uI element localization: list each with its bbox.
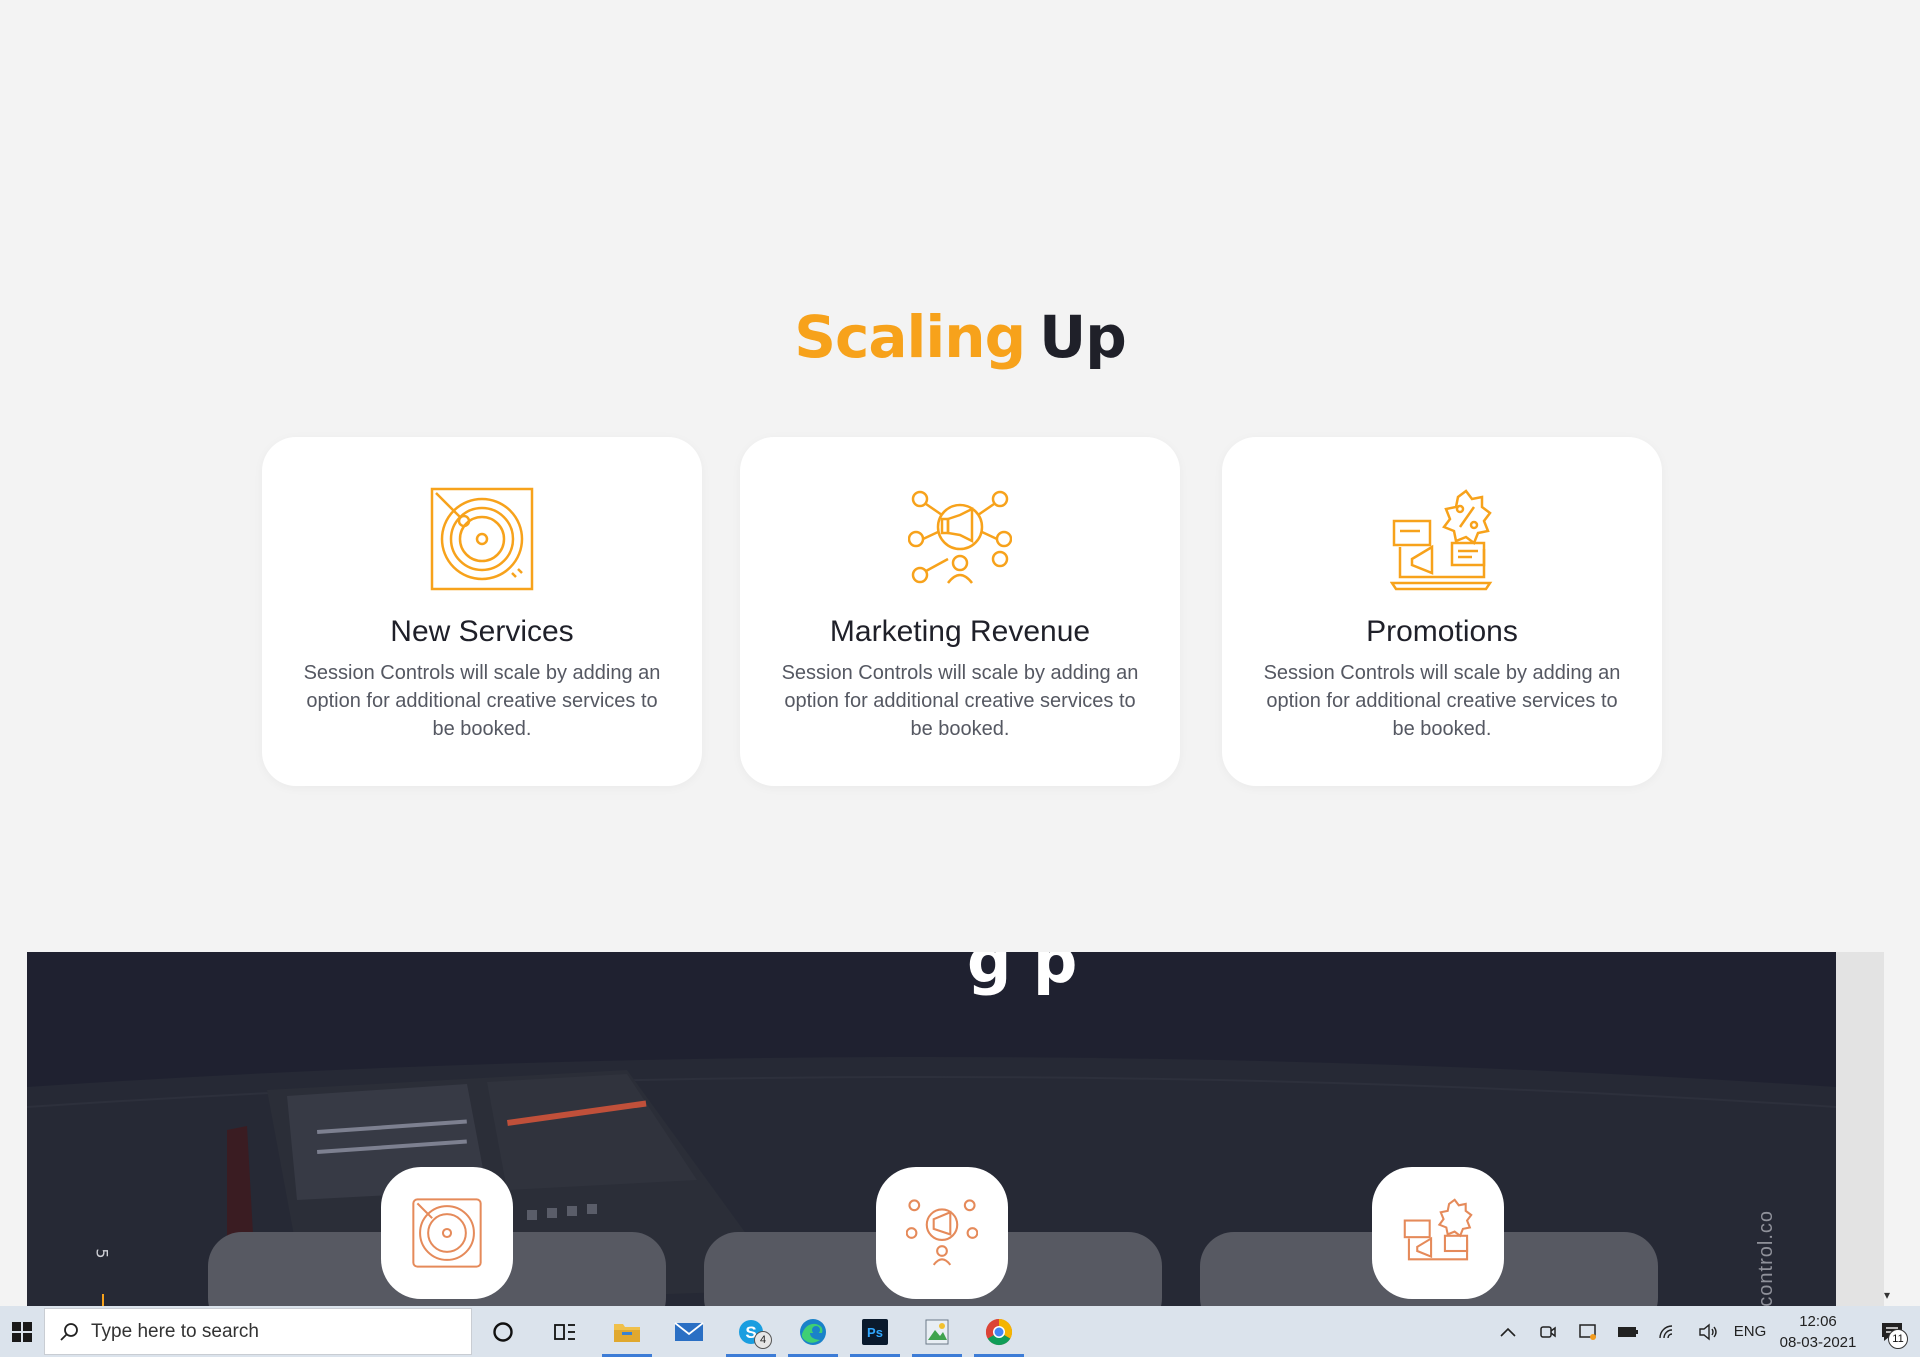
- svg-text:Ps: Ps: [867, 1325, 883, 1340]
- card-text: Session Controls will scale by adding an…: [1263, 662, 1621, 740]
- skype-badge: 4: [754, 1331, 772, 1349]
- dark-section: g p w.sessioncontrol.co 5: [27, 952, 1836, 1306]
- dark-section-title: g p: [967, 952, 1078, 997]
- task-view-icon: [554, 1323, 575, 1340]
- turntable-icon: [412, 1198, 482, 1268]
- speaker-icon: [1699, 1323, 1717, 1340]
- edge-browser-icon: [800, 1318, 826, 1345]
- chrome-button[interactable]: [968, 1306, 1030, 1357]
- card-title: New Services: [390, 615, 574, 648]
- card-title: Promotions: [1366, 615, 1518, 648]
- card-title: Marketing Revenue: [829, 615, 1091, 648]
- turntable-icon: [430, 487, 534, 591]
- card-marketing-revenue: Marketing Revenue Session Controls will …: [740, 437, 1180, 786]
- start-button[interactable]: [0, 1306, 44, 1357]
- meet-now-button[interactable]: [1528, 1306, 1568, 1357]
- system-tray: ENG 12:06 08-03-2021 11: [1488, 1306, 1920, 1357]
- edge-button[interactable]: [782, 1306, 844, 1357]
- windows-logo-icon: [12, 1321, 32, 1342]
- security-alert-icon: [1579, 1323, 1596, 1340]
- clock-time: 12:06: [1799, 1312, 1837, 1330]
- mail-button[interactable]: [658, 1306, 720, 1357]
- taskbar-search-input[interactable]: Type here to search: [44, 1308, 472, 1355]
- dark-card-icon-1: [381, 1167, 513, 1299]
- megaphone-network-icon: [908, 490, 1012, 584]
- chrome-browser-icon: [985, 1318, 1013, 1345]
- section-title: Scaling Up: [0, 303, 1920, 371]
- section-title-accent: Scaling: [794, 303, 1026, 371]
- wifi-button[interactable]: [1648, 1306, 1688, 1357]
- taskbar: Type here to search S 4 Ps ENG 12:06 08-…: [0, 1306, 1920, 1357]
- clock-date: 08-03-2021: [1779, 1333, 1857, 1351]
- card-new-services: New Services Session Controls will scale…: [262, 437, 702, 786]
- card-text: Session Controls will scale by adding an…: [781, 662, 1139, 740]
- section-title-rest: Up: [1039, 303, 1127, 371]
- task-view-button[interactable]: [534, 1306, 596, 1357]
- dark-card-icon-3: [1372, 1167, 1504, 1299]
- clock[interactable]: 12:06 08-03-2021: [1772, 1311, 1864, 1353]
- megaphone-network-icon: [906, 1199, 978, 1266]
- file-explorer-button[interactable]: [596, 1306, 658, 1357]
- promotion-icon: [1403, 1198, 1473, 1261]
- website-url-vertical: w.sessioncontrol.co: [1755, 1210, 1785, 1306]
- promotion-icon: [1390, 489, 1493, 591]
- search-placeholder: Type here to search: [91, 1320, 259, 1342]
- image-viewer-button[interactable]: [906, 1306, 968, 1357]
- camera-icon: [1540, 1325, 1556, 1338]
- card-promotions: Promotions Session Controls will scale b…: [1222, 437, 1662, 786]
- slide-number: 5: [92, 1248, 112, 1259]
- battery-button[interactable]: [1608, 1306, 1648, 1357]
- image-file-icon: [925, 1319, 949, 1344]
- folder-icon: [614, 1323, 640, 1342]
- card-text: Session Controls will scale by adding an…: [303, 662, 661, 740]
- battery-icon: [1618, 1326, 1638, 1337]
- show-hidden-icons-button[interactable]: [1488, 1306, 1528, 1357]
- photoshop-button[interactable]: Ps: [844, 1306, 906, 1357]
- chevron-up-icon: [1500, 1327, 1516, 1337]
- search-icon: [60, 1322, 78, 1341]
- cortana-circle-icon: [493, 1321, 513, 1342]
- slide-indicator-line: [102, 1294, 104, 1306]
- page-scrollbar-track[interactable]: [1836, 952, 1884, 1306]
- notification-center-button[interactable]: 11: [1864, 1306, 1920, 1357]
- wifi-icon: [1659, 1324, 1673, 1338]
- volume-button[interactable]: [1688, 1306, 1728, 1357]
- cortana-button[interactable]: [472, 1306, 534, 1357]
- scroll-down-arrow-icon[interactable]: ▾: [1884, 1288, 1904, 1302]
- skype-button[interactable]: S 4: [720, 1306, 782, 1357]
- language-indicator[interactable]: ENG: [1728, 1323, 1772, 1340]
- security-button[interactable]: [1568, 1306, 1608, 1357]
- dark-card-icon-2: [876, 1167, 1008, 1299]
- photoshop-icon: Ps: [862, 1318, 888, 1345]
- mail-icon: [674, 1321, 704, 1341]
- notification-count: 11: [1888, 1329, 1908, 1349]
